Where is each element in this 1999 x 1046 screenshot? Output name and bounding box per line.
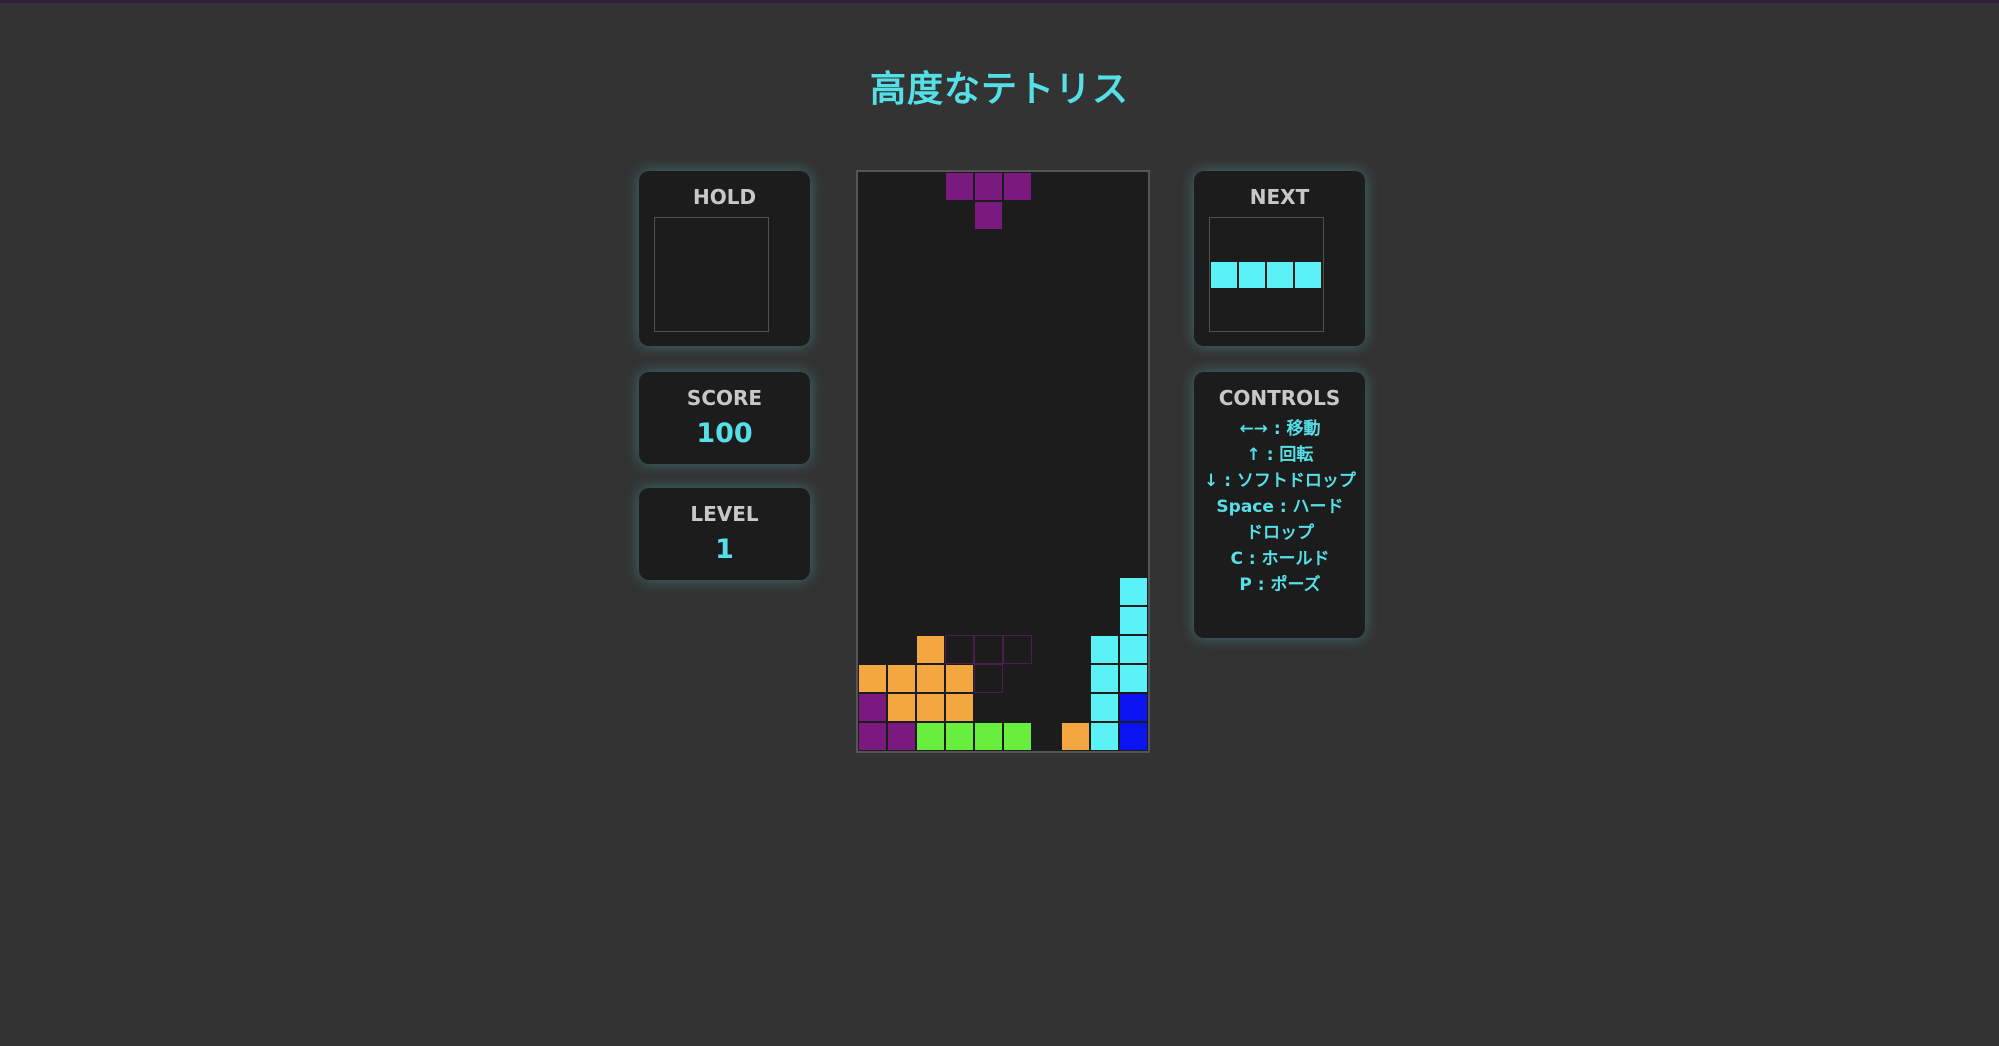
- hold-label: HOLD: [692, 185, 757, 209]
- ghost-cell: [945, 635, 974, 665]
- locked-block: [1119, 635, 1148, 665]
- level-panel: LEVEL 1: [639, 488, 810, 580]
- locked-block: [916, 664, 945, 694]
- score-panel: SCORE 100: [639, 372, 810, 464]
- locked-block: [1119, 577, 1148, 607]
- locked-block: [887, 693, 916, 723]
- controls-label: CONTROLS: [1218, 386, 1341, 410]
- locked-block: [1119, 606, 1148, 636]
- next-piece-block: [1294, 261, 1322, 289]
- locked-block: [1003, 722, 1032, 751]
- locked-block: [1090, 693, 1119, 723]
- locked-block: [1090, 664, 1119, 694]
- page-title: 高度なテトリス: [869, 69, 1129, 110]
- control-rotate: ↑ : 回転: [1246, 445, 1314, 465]
- ghost-cell: [1003, 635, 1032, 665]
- next-piece-block: [1238, 261, 1266, 289]
- score-value: 100: [696, 418, 753, 449]
- score-label: SCORE: [686, 386, 763, 410]
- ghost-cell: [974, 635, 1003, 665]
- next-preview: [1209, 217, 1324, 332]
- active-piece-block: [974, 200, 1003, 230]
- locked-block: [916, 635, 945, 665]
- locked-block: [945, 693, 974, 723]
- control-move: ←→ : 移動: [1239, 419, 1321, 439]
- hold-preview: [654, 217, 769, 332]
- locked-block: [1090, 722, 1119, 751]
- locked-block: [1119, 664, 1148, 694]
- active-piece-block: [945, 172, 974, 201]
- control-soft-drop: ↓ : ソフトドロップ: [1204, 471, 1356, 491]
- locked-block: [1090, 635, 1119, 665]
- locked-block: [887, 664, 916, 694]
- locked-block: [887, 722, 916, 751]
- locked-block: [916, 722, 945, 751]
- locked-block: [1119, 693, 1148, 723]
- locked-block: [945, 722, 974, 751]
- next-piece-block: [1210, 261, 1238, 289]
- control-pause: P : ポーズ: [1239, 575, 1321, 595]
- control-hard-drop: Space : ハード: [1216, 497, 1344, 517]
- control-hold: C : ホールド: [1230, 549, 1330, 569]
- locked-block: [858, 664, 887, 694]
- next-piece-block: [1266, 261, 1294, 289]
- level-value: 1: [715, 534, 734, 565]
- ghost-cell: [974, 664, 1003, 694]
- game-board[interactable]: [856, 170, 1150, 753]
- locked-block: [1061, 722, 1090, 751]
- active-piece-block: [1003, 172, 1032, 201]
- level-label: LEVEL: [690, 502, 759, 526]
- locked-block: [945, 664, 974, 694]
- control-hard-drop-cont: ドロップ: [1246, 523, 1314, 543]
- locked-block: [916, 693, 945, 723]
- active-piece-block: [974, 172, 1003, 201]
- controls-panel: CONTROLS ←→ : 移動 ↑ : 回転 ↓ : ソフトドロップ Spac…: [1194, 372, 1365, 638]
- top-border: [0, 0, 1999, 3]
- locked-block: [974, 722, 1003, 751]
- next-label: NEXT: [1249, 185, 1310, 209]
- controls-list: ←→ : 移動 ↑ : 回転 ↓ : ソフトドロップ Space : ハード ド…: [1202, 416, 1358, 598]
- hold-panel: HOLD: [639, 171, 810, 346]
- locked-block: [1119, 722, 1148, 751]
- locked-block: [858, 722, 887, 751]
- locked-block: [858, 693, 887, 723]
- next-panel: NEXT: [1194, 171, 1365, 346]
